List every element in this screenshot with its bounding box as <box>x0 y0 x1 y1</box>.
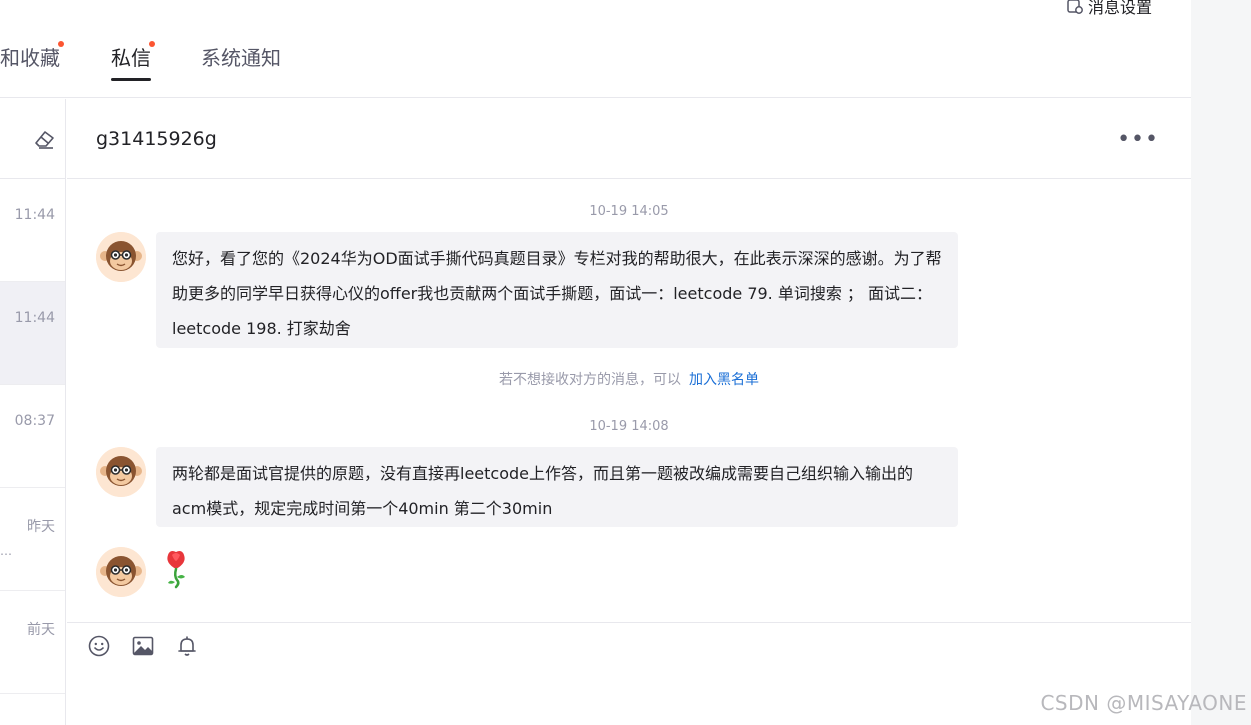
avatar[interactable] <box>96 547 146 597</box>
messages-page: 消息设置 和收藏 私信 系统通知 11:44 11:44 08:37 昨天 … … <box>0 0 1191 725</box>
watermark: CSDN @MISAYAONE <box>1040 691 1247 715</box>
tab-system-notifications-label: 系统通知 <box>201 46 281 70</box>
chat-contact-name[interactable]: g31415926g <box>96 128 217 150</box>
conversation-item[interactable]: 前天 <box>0 591 65 694</box>
tab-private-messages[interactable]: 私信 <box>111 41 155 81</box>
message-bubble: 您好，看了您的《2024华为OD面试手撕代码真题目录》专栏对我的帮助很大，在此表… <box>156 232 958 348</box>
rose-icon <box>167 551 185 589</box>
block-notice: 若不想接收对方的消息，可以 加入黑名单 <box>67 369 1191 389</box>
bell-icon[interactable] <box>175 634 199 658</box>
conversation-time: 前天 <box>27 622 55 638</box>
page-right-gutter <box>1191 0 1251 725</box>
message-tabs: 消息设置 和收藏 私信 系统通知 <box>0 0 1191 98</box>
block-notice-text: 若不想接收对方的消息，可以 <box>499 372 681 388</box>
unread-dot <box>58 41 64 47</box>
chat-header: g31415926g ••• <box>67 99 1191 179</box>
eraser-icon[interactable] <box>33 127 57 151</box>
message-settings-button[interactable]: 消息设置 <box>1066 0 1152 18</box>
message-input-toolbar <box>67 622 1191 725</box>
message-bubble: 两轮都是面试官提供的原题，没有直接再leetcode上作答，而且第一题被改编成需… <box>156 447 958 527</box>
monkey-avatar-icon <box>96 232 146 282</box>
message-settings-label: 消息设置 <box>1088 0 1153 17</box>
conversation-list: 11:44 11:44 08:37 昨天 … 前天 <box>0 99 66 725</box>
settings-icon <box>1067 0 1083 14</box>
image-icon[interactable] <box>131 634 155 658</box>
conversation-item-active[interactable]: 11:44 <box>0 282 65 385</box>
conversation-preview: … <box>0 544 12 558</box>
monkey-avatar-icon <box>96 447 146 497</box>
unread-dot <box>149 41 155 47</box>
message-timestamp: 10-19 14:05 <box>589 204 669 219</box>
chat-messages: 10-19 14:05 您好，看了您的《2024华为OD面试手撕代码真题目录》专… <box>67 180 1191 622</box>
conversation-list-header <box>0 99 65 179</box>
conversation-item[interactable]: 08:37 <box>0 385 65 488</box>
conversation-item[interactable]: 11:44 <box>0 179 65 282</box>
add-to-blacklist-link[interactable]: 加入黑名单 <box>689 372 759 388</box>
avatar[interactable] <box>96 447 146 497</box>
tab-favorites[interactable]: 和收藏 <box>0 41 64 71</box>
tab-private-messages-label: 私信 <box>111 46 151 70</box>
conversation-time: 11:44 <box>14 207 55 223</box>
conversation-time: 08:37 <box>14 413 55 429</box>
tab-system-notifications[interactable]: 系统通知 <box>201 42 281 71</box>
conversation-item[interactable]: 昨天 … <box>0 488 65 591</box>
conversation-time: 昨天 <box>27 519 55 535</box>
message-timestamp: 10-19 14:08 <box>589 419 669 434</box>
emoji-icon[interactable] <box>87 634 111 658</box>
more-options-button[interactable]: ••• <box>1117 127 1159 152</box>
message-row <box>96 547 192 597</box>
avatar[interactable] <box>96 232 146 282</box>
tab-favorites-label: 和收藏 <box>0 46 60 70</box>
active-tab-underline <box>111 78 151 81</box>
message-row: 两轮都是面试官提供的原题，没有直接再leetcode上作答，而且第一题被改编成需… <box>96 447 958 527</box>
monkey-avatar-icon <box>96 547 146 597</box>
message-row: 您好，看了您的《2024华为OD面试手撕代码真题目录》专栏对我的帮助很大，在此表… <box>96 232 958 348</box>
conversation-time: 11:44 <box>14 310 55 326</box>
